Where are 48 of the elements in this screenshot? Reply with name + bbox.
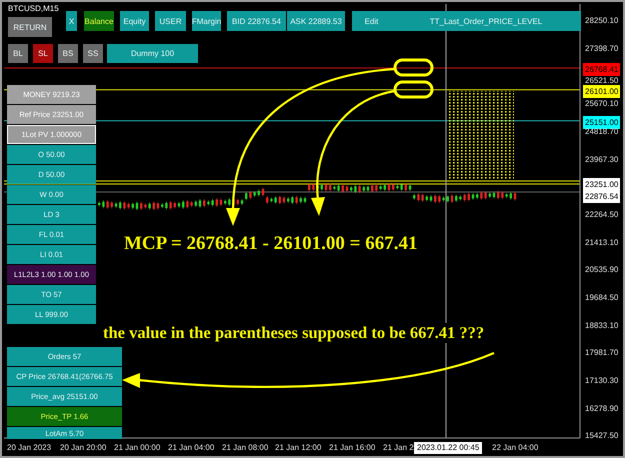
price-label: 15427.50: [585, 431, 618, 440]
toolbar-button[interactable]: FMargin: [192, 11, 221, 31]
annotation-text: MCP = 26768.41 - 26101.00 = 667.41: [124, 233, 418, 255]
time-label: 21 Jan 16:00: [329, 443, 376, 452]
price-label: 19684.50: [585, 293, 618, 302]
price-label: 16278.90: [585, 404, 618, 413]
price-tag: 25151.00: [583, 116, 620, 130]
order-button[interactable]: BS: [58, 44, 78, 63]
price-label: 27398.70: [585, 44, 618, 53]
annotation-text: the value in the parentheses supposed to be 667.41 ???: [103, 323, 484, 343]
price-label: 17130.30: [585, 376, 618, 385]
price-label: 17981.70: [585, 348, 618, 358]
toolbar-button[interactable]: ASK 22889.53: [287, 11, 345, 31]
order-button[interactable]: Dummy 100: [107, 44, 198, 63]
time-label: 22 Jan 04:00: [492, 443, 538, 452]
time-label: 21 Jan 04:00: [168, 443, 214, 452]
time-label: 20 Jan 2023: [7, 443, 52, 452]
price-label: 26521.50: [585, 76, 618, 85]
toolbar-button[interactable]: USER: [155, 11, 186, 31]
time-label: 21 Jan 12:00: [275, 443, 322, 452]
price-label: 22264.50: [585, 210, 618, 219]
time-label: 20 Jan 20:00: [60, 443, 106, 452]
price-label: 20535.90: [585, 265, 618, 274]
toolbar-button[interactable]: TT_Last_Order_PRICE_LEVEL: [391, 11, 581, 31]
time-label: 21 Jan 08:00: [222, 443, 268, 452]
symbol-label: BTCUSD,M15: [8, 4, 59, 13]
order-button[interactable]: SS: [83, 44, 103, 63]
price-label: 24818.70: [585, 126, 618, 136]
price-tag: 26101.00: [583, 85, 620, 98]
price-tag: 23251.00: [583, 178, 620, 192]
price-tag: 22876.54: [583, 190, 620, 204]
crosshair-time-tag: 2023.01.22 00:45: [414, 442, 482, 454]
time-label: 21 Jan 00:00: [114, 443, 160, 452]
time-label: 21 Jan 2: [383, 443, 414, 452]
price-label: 23967.30: [585, 154, 618, 164]
toolbar-button[interactable]: Equity: [120, 11, 149, 31]
return-button[interactable]: RETURN: [8, 17, 52, 37]
toolbar-button[interactable]: Balance: [84, 11, 114, 31]
price-tag: 26768.41: [583, 62, 620, 76]
toolbar-button[interactable]: Edit: [352, 11, 391, 31]
price-label: 25670.10: [585, 99, 618, 108]
price-label: 21413.10: [585, 238, 618, 246]
toolbar-button[interactable]: X: [66, 11, 77, 31]
order-button[interactable]: SL: [33, 44, 53, 63]
price-label: 28250.10: [585, 16, 618, 25]
order-button[interactable]: BL: [8, 44, 28, 63]
price-label: 18833.10: [585, 320, 618, 330]
toolbar-button[interactable]: BID 22876.54: [227, 11, 286, 31]
